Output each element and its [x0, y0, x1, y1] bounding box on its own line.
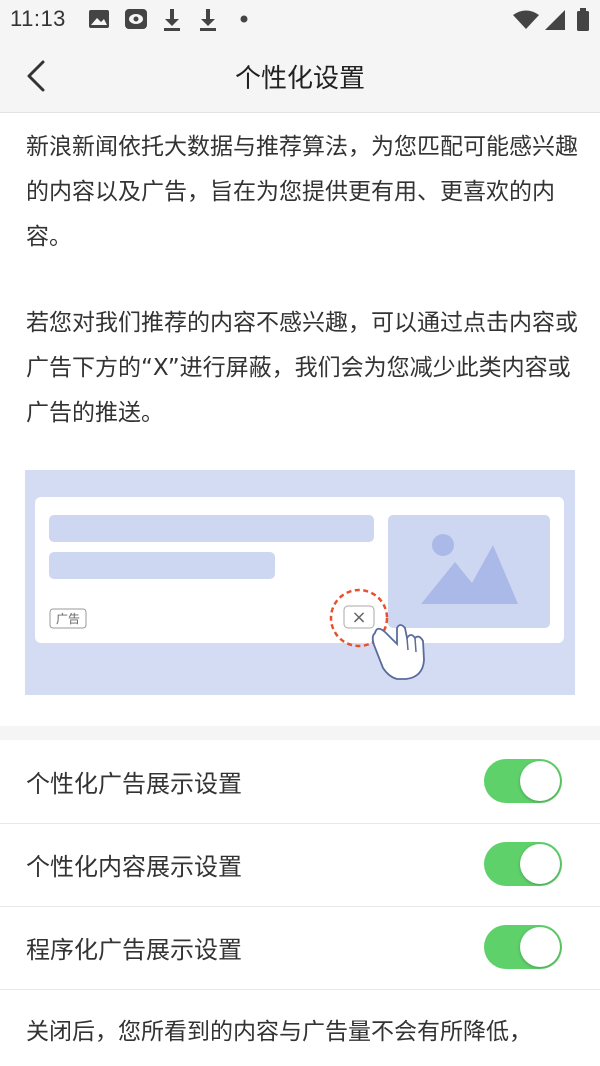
intro-paragraph-1: 新浪新闻依托大数据与推荐算法，为您匹配可能感兴趣的内容以及广告，旨在为您提供更有… [26, 134, 578, 250]
dot-icon [240, 15, 248, 23]
image-icon [89, 10, 109, 28]
download-icon [200, 9, 216, 31]
wifi-icon [513, 10, 539, 29]
setting-row-personalized-ads[interactable]: 个性化广告展示设置 [0, 740, 600, 824]
setting-label: 个性化广告展示设置 [26, 770, 242, 798]
intro-paragraph-2: 若您对我们推荐的内容不感兴趣，可以通过点击内容或广告下方的“X”进行屏蔽，我们会… [26, 310, 578, 426]
setting-label: 个性化内容展示设置 [26, 853, 242, 881]
section-divider [0, 726, 600, 740]
battery-icon [577, 8, 589, 31]
personalized-content-toggle[interactable] [484, 842, 562, 886]
programmatic-ads-toggle[interactable] [484, 925, 562, 969]
footer-note: 关闭后，您所看到的内容与广告量不会有所降低， [26, 1019, 532, 1045]
status-time: 11:13 [10, 6, 66, 31]
setting-row-programmatic-ads[interactable]: 程序化广告展示设置 [0, 906, 600, 990]
setting-row-personalized-content[interactable]: 个性化内容展示设置 [0, 823, 600, 907]
ad-tag-text: 广告 [56, 612, 80, 626]
signal-icon [545, 10, 565, 30]
setting-label: 程序化广告展示设置 [26, 936, 242, 964]
illustration-image: 广告 × [25, 470, 575, 695]
close-x-text: × [351, 607, 366, 628]
toggle-knob [520, 844, 560, 884]
page-title: 个性化设置 [234, 64, 365, 94]
news-app-icon [125, 9, 147, 29]
status-bar: 11:13 [0, 0, 600, 40]
toggle-knob [520, 927, 560, 967]
header: 个性化设置 [0, 40, 600, 113]
toggle-knob [520, 761, 560, 801]
download-icon [164, 9, 180, 31]
personalized-ads-toggle[interactable] [484, 759, 562, 803]
